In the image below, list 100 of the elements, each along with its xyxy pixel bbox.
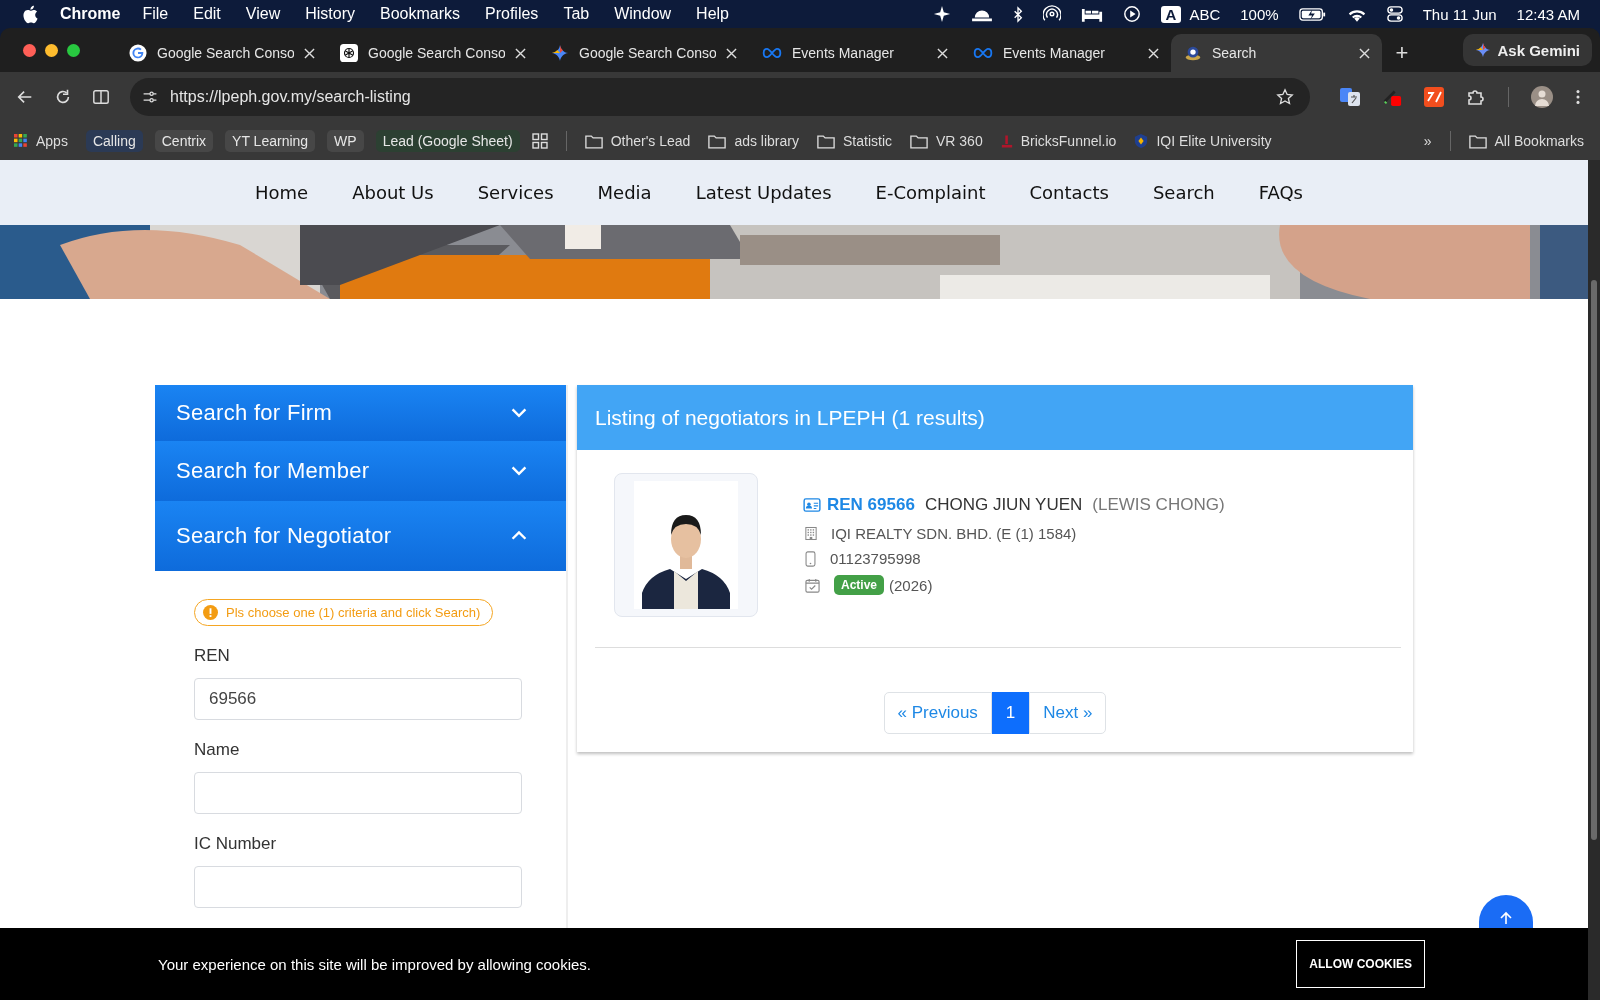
input-field[interactable]: 69566 [194, 678, 522, 720]
emblem-icon [1184, 44, 1202, 62]
folder-icon [1468, 133, 1487, 149]
nav-link[interactable]: Media [597, 182, 652, 203]
bed-icon[interactable] [1080, 6, 1103, 22]
back-icon[interactable] [16, 88, 34, 106]
menubar-date: Thu 11 Jun [1422, 5, 1497, 23]
kebab-menu-icon[interactable] [1575, 88, 1581, 106]
nav-link[interactable]: Contacts [1029, 182, 1109, 203]
license-year: (2026) [889, 576, 933, 594]
play-icon[interactable] [1122, 5, 1141, 23]
bookmark-folder[interactable]: Other's Lead [584, 133, 691, 149]
bookmark-link[interactable]: IQI Elite University [1134, 133, 1272, 149]
more-bookmarks-button[interactable]: » [1423, 133, 1432, 149]
close-window-button[interactable] [23, 43, 36, 57]
menu-item[interactable]: History [305, 5, 355, 23]
nav-link[interactable]: FAQs [1258, 182, 1303, 203]
bricks-logo [1000, 133, 1013, 149]
arrow-up-icon [1498, 910, 1514, 926]
accordion-header[interactable]: Search for Negotiator [155, 501, 566, 571]
id-card-icon [803, 498, 821, 512]
menu-item[interactable]: Help [696, 5, 729, 23]
profile-avatar[interactable] [1531, 86, 1553, 108]
bookmark-folder[interactable]: All Bookmarks [1468, 133, 1584, 149]
nav-link[interactable]: About Us [352, 182, 434, 203]
input-field[interactable] [194, 866, 522, 908]
close-tab-icon[interactable] [304, 47, 315, 59]
nav-link[interactable]: E-Complaint [875, 182, 986, 203]
scrollbar[interactable] [1588, 160, 1600, 1000]
nav-link[interactable]: Home [255, 182, 309, 203]
app-menu[interactable]: Chrome [60, 5, 121, 23]
folder-icon [708, 133, 727, 149]
input-field[interactable] [194, 772, 522, 814]
close-tab-icon[interactable] [937, 47, 948, 59]
apps-bookmark[interactable]: Apps [14, 133, 68, 149]
slash-percent-icon[interactable] [1424, 87, 1444, 107]
browser-tab[interactable]: Search [1171, 34, 1382, 72]
input-source-badge[interactable]: A [1160, 5, 1182, 23]
folder-icon [584, 133, 603, 149]
close-tab-icon[interactable] [1148, 47, 1159, 59]
reload-icon[interactable] [54, 88, 72, 106]
bookmark-chip[interactable]: YT Learning [225, 130, 316, 152]
browser-tab[interactable]: Google Search Conso [327, 34, 538, 72]
close-tab-icon[interactable] [1359, 47, 1370, 59]
split-view-icon[interactable] [92, 88, 110, 106]
apps-grid-icon [14, 134, 28, 148]
bluetooth-icon[interactable] [1012, 5, 1023, 23]
bookmark-folder[interactable]: VR 360 [910, 133, 983, 149]
battery-icon[interactable] [1298, 6, 1327, 22]
accordion-header[interactable]: Search for Member [155, 441, 566, 501]
site-settings-icon[interactable] [142, 89, 158, 105]
bookmark-chip[interactable]: WP [327, 130, 364, 152]
minimize-window-button[interactable] [45, 43, 58, 57]
browser-tab[interactable]: Events Manager [960, 34, 1171, 72]
field-label: REN [194, 646, 230, 666]
results-title: Listing of negotiators in LPEPH (1 results) [595, 405, 985, 430]
menu-item[interactable]: Window [614, 5, 672, 23]
bookmark-folder[interactable]: ads library [708, 133, 799, 149]
menu-item[interactable]: View [245, 5, 281, 23]
sparkle-icon [551, 44, 569, 62]
menu-item[interactable]: File [142, 5, 169, 23]
bookmark-link[interactable]: BricksFunnel.io [1000, 133, 1117, 149]
menu-item[interactable]: Edit [193, 5, 221, 23]
negotiator-alias: (LEWIS CHONG) [1092, 495, 1225, 515]
browser-tab[interactable]: Google Search Conso [538, 34, 749, 72]
back-to-top-button[interactable] [1479, 895, 1533, 928]
next-page-link[interactable]: Next » [1029, 692, 1107, 734]
ask-gemini-button[interactable]: Ask Gemini [1463, 34, 1592, 66]
menu-item[interactable]: Bookmarks [380, 5, 460, 23]
menu-item[interactable]: Profiles [485, 5, 539, 23]
previous-page-link[interactable]: « Previous [883, 692, 992, 734]
translate-icon[interactable] [1340, 87, 1360, 107]
new-tab-button[interactable]: + [1382, 34, 1422, 72]
maximize-window-button[interactable] [67, 43, 80, 57]
close-tab-icon[interactable] [515, 47, 526, 59]
control-center-icon[interactable] [1386, 6, 1403, 22]
accordion-header[interactable]: Search for Firm [155, 385, 566, 441]
address-bar[interactable]: https://lpeph.gov.my/search-listing [130, 78, 1310, 116]
bookmark-chip[interactable]: Calling [85, 130, 143, 152]
nav-link[interactable]: Search [1152, 182, 1215, 203]
bookmark-chip[interactable]: Centrix [154, 130, 214, 152]
menu-item[interactable]: Tab [563, 5, 590, 23]
ren-number: REN 69566 [827, 495, 915, 515]
nav-link[interactable]: Latest Updates [695, 182, 832, 203]
puzzle-icon[interactable] [1466, 87, 1486, 107]
tab-groups-icon[interactable] [531, 133, 548, 149]
browser-tab[interactable]: Events Manager [749, 34, 960, 72]
close-tab-icon[interactable] [726, 47, 737, 59]
airdrop-icon[interactable] [1042, 5, 1061, 23]
star-icon[interactable] [1276, 88, 1294, 106]
phone-number: 01123795998 [830, 550, 921, 567]
allow-cookies-button[interactable]: ALLOW COOKIES [1296, 940, 1425, 988]
browser-tab[interactable]: Google Search Conso [116, 34, 327, 72]
infinity-icon [762, 47, 782, 59]
bookmark-chip[interactable]: Lead (Google Sheet) [375, 130, 520, 152]
nav-link[interactable]: Services [477, 182, 554, 203]
page-link[interactable]: 1 [991, 692, 1030, 734]
apple-icon[interactable] [22, 4, 38, 24]
calendar-check-icon [805, 577, 820, 593]
bookmark-folder[interactable]: Statistic [817, 133, 892, 149]
